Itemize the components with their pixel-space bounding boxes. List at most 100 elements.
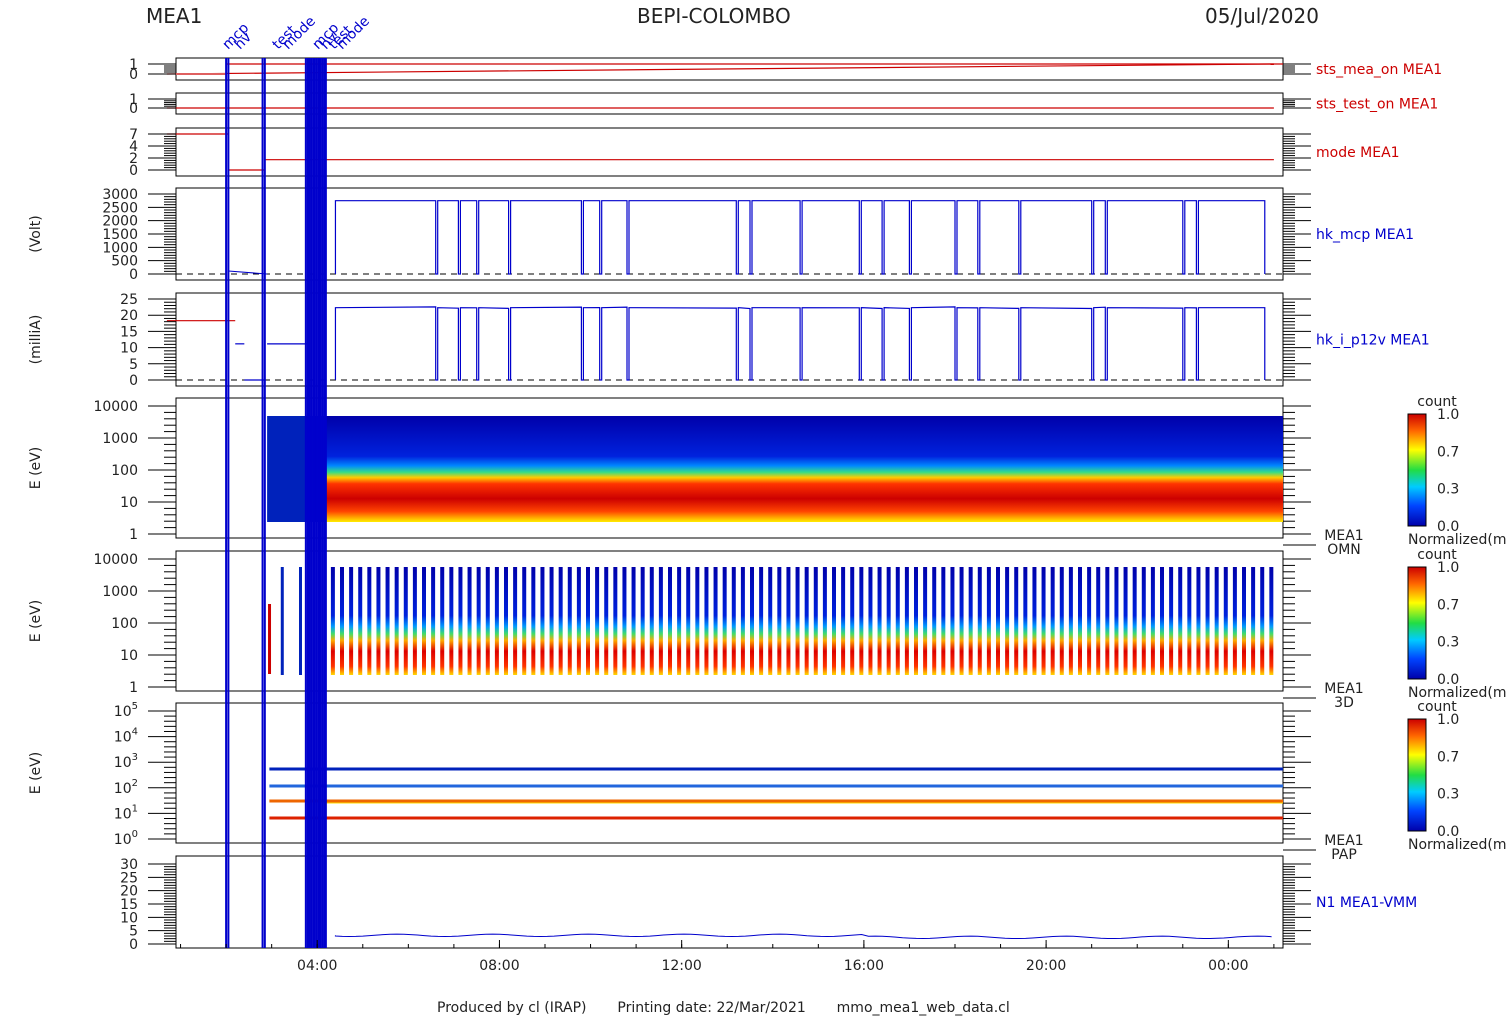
spectrogram-bar <box>358 567 362 675</box>
spectrogram-bar <box>1032 567 1036 675</box>
spectrogram-bar <box>486 567 490 675</box>
y-tick-label: 10 <box>120 648 138 664</box>
spectrogram-bar <box>1005 567 1009 675</box>
spectrogram-bar <box>923 567 927 675</box>
spectrogram-bar <box>741 567 745 675</box>
spectrogram-bar <box>969 567 973 675</box>
spectrogram-bar <box>413 567 417 675</box>
spectrogram-bar <box>932 567 936 675</box>
spectrogram-bar <box>1260 567 1264 675</box>
spectrogram-bar <box>677 567 681 675</box>
y-tick-label: 0 <box>129 101 138 117</box>
spectrogram-bar <box>386 567 390 675</box>
colorbar-tick-label: 0.7 <box>1437 749 1459 765</box>
spectrogram-bar <box>714 567 718 675</box>
x-tick-label: 16:00 <box>844 958 884 974</box>
colorbar-tick-label: 0.7 <box>1437 444 1459 460</box>
spectrogram-bar <box>367 567 371 675</box>
y-tick-label: 5 <box>129 357 138 373</box>
y-tick-label: 100 <box>114 829 138 848</box>
panel-frame <box>176 93 1283 114</box>
y-tick-label: 15 <box>120 324 138 340</box>
spectrogram-bar <box>695 567 699 675</box>
footer-printing: Printing date: 22/Mar/2021 <box>617 1000 805 1016</box>
colorbar-tick-label: 1.0 <box>1437 407 1459 423</box>
header-center: BEPI-COLOMBO <box>637 4 791 28</box>
panel-label: OMN <box>1327 542 1361 558</box>
y-axis-label: (Volt) <box>28 215 44 252</box>
spectrogram-bar <box>950 567 954 675</box>
spectrogram-bar <box>768 567 772 675</box>
spectrogram-bar <box>1042 567 1046 675</box>
colorbar-tick-label: 0.3 <box>1437 787 1459 803</box>
spectrogram-bar <box>796 567 800 675</box>
y-tick-label: 1 <box>129 527 138 543</box>
spectrogram-bar <box>449 567 453 675</box>
spectrogram-bar <box>996 567 1000 675</box>
colorbar <box>1408 719 1426 831</box>
colorbar-tick-label: 1.0 <box>1437 712 1459 728</box>
spectrogram-bar <box>805 567 809 675</box>
spectrogram-bar <box>1269 567 1273 675</box>
y-tick-label: 10000 <box>93 399 138 415</box>
y-axis-label: E (eV) <box>28 752 44 794</box>
spectrogram-bar <box>823 567 827 675</box>
y-tick-label: 103 <box>114 752 138 771</box>
spectrogram-bar <box>868 567 872 675</box>
spectrogram-bar <box>650 567 654 675</box>
panel-label: 3D <box>1334 695 1354 711</box>
spectrogram-bar <box>1160 567 1164 675</box>
x-tick-label: 20:00 <box>1026 958 1066 974</box>
spectrogram-bar <box>841 567 845 675</box>
spectrogram-bar <box>495 567 499 675</box>
spectrogram-bar <box>331 567 335 675</box>
panel-label: hk_mcp MEA1 <box>1316 227 1414 243</box>
panel-label: sts_test_on MEA1 <box>1316 97 1438 113</box>
spectrogram-bar <box>704 567 708 675</box>
spectrogram-bar <box>1196 567 1200 675</box>
panel-label: sts_mea_on MEA1 <box>1316 62 1442 78</box>
spectrogram-bar <box>1187 567 1191 675</box>
x-tick-label: 04:00 <box>297 958 337 974</box>
spectrogram-bar <box>1133 567 1137 675</box>
spectrogram-bar <box>1023 567 1027 675</box>
y-tick-label: 105 <box>114 701 138 720</box>
footer: Produced by cl (IRAP) Printing date: 22/… <box>437 1000 1010 1016</box>
y-tick-label: 102 <box>114 778 138 797</box>
spectrogram-bar <box>759 567 763 675</box>
spectrogram-bar <box>896 567 900 675</box>
spectrogram-bar <box>299 567 302 675</box>
colorbar <box>1408 414 1426 526</box>
colorbar-tick-label: 1.0 <box>1437 560 1459 576</box>
spectrogram-bar <box>777 567 781 675</box>
spectrogram-bar <box>732 567 736 675</box>
spectrogram-bar <box>1233 567 1237 675</box>
panel-label: PAP <box>1331 847 1357 863</box>
spectrogram-bar <box>1087 567 1091 675</box>
spectrogram-bar <box>832 567 836 675</box>
y-tick-exponent: 2 <box>132 778 138 789</box>
spectrogram-bar <box>887 567 891 675</box>
y-tick-label: 0 <box>129 163 138 179</box>
spectrogram-bar <box>987 567 991 675</box>
spectrogram-bar <box>1124 567 1128 675</box>
colorbar-tick-label: 0.3 <box>1437 635 1459 651</box>
spectrogram-bar <box>1078 567 1082 675</box>
spectrogram-bar <box>1169 567 1173 675</box>
spectrogram-bar <box>960 567 964 675</box>
spectrogram-bar <box>750 567 754 675</box>
spectrogram-bar <box>786 567 790 675</box>
spectrogram-bar <box>376 567 380 675</box>
spectrogram-bar <box>458 567 462 675</box>
spectrogram-bar <box>268 604 271 674</box>
spectrogram-bar <box>504 567 508 675</box>
spectrogram-bar <box>641 567 645 675</box>
panel-frame <box>176 293 1283 386</box>
y-tick-exponent: 0 <box>132 829 138 840</box>
colorbar-tick-label: 0.7 <box>1437 597 1459 613</box>
spectrogram-bar <box>586 567 590 675</box>
y-axis-label: E (eV) <box>28 447 44 489</box>
spectrogram-bar <box>1114 567 1118 675</box>
spectrogram-bar <box>1224 567 1228 675</box>
spectrogram-bar <box>477 567 481 675</box>
